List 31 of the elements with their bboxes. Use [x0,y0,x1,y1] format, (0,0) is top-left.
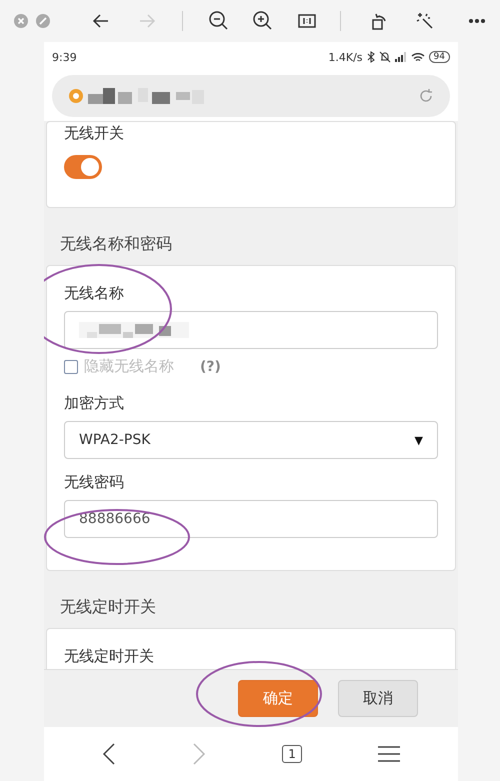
field-label: 加密方式 [64,394,125,413]
back-icon[interactable] [102,743,116,765]
site-logo-icon [68,88,84,104]
field-label: 无线密码 [64,473,125,492]
field-label: 无线开关 [64,124,125,143]
section-title: 无线定时开关 [59,596,157,618]
wifi-icon [410,52,425,62]
network-speed-text: 1.4K/s [328,50,363,64]
signal-icon [394,52,407,62]
field-label: 无线名称 [64,284,125,303]
section-title: 无线名称和密码 [59,233,173,255]
checkbox-label: 隐藏无线名称 [84,357,174,376]
zoom-in-icon[interactable] [252,10,274,32]
bluetooth-icon [366,51,375,63]
battery-level: 94 [428,51,450,63]
field-label: 无线定时开关 [64,647,155,666]
toggle-switch[interactable] [64,155,102,179]
help-icon[interactable]: (?) [200,358,221,374]
menu-icon[interactable] [378,746,400,762]
zoom-out-icon[interactable] [208,10,230,32]
select-field[interactable]: WPA2-PSK ▼ [64,421,438,459]
cancel-button[interactable]: 取消 [338,680,418,717]
toolbar-separator-icon [182,11,184,31]
muted-bell-icon [378,51,391,63]
checkbox[interactable] [64,360,78,374]
input-field[interactable] [64,311,438,349]
address-bar[interactable] [52,75,450,117]
toolbar-separator-icon [340,11,342,31]
clock-text: 9:39 [52,50,77,64]
input-field[interactable]: 88886666 [64,500,438,538]
tab-count-button[interactable]: 1 [282,745,302,763]
